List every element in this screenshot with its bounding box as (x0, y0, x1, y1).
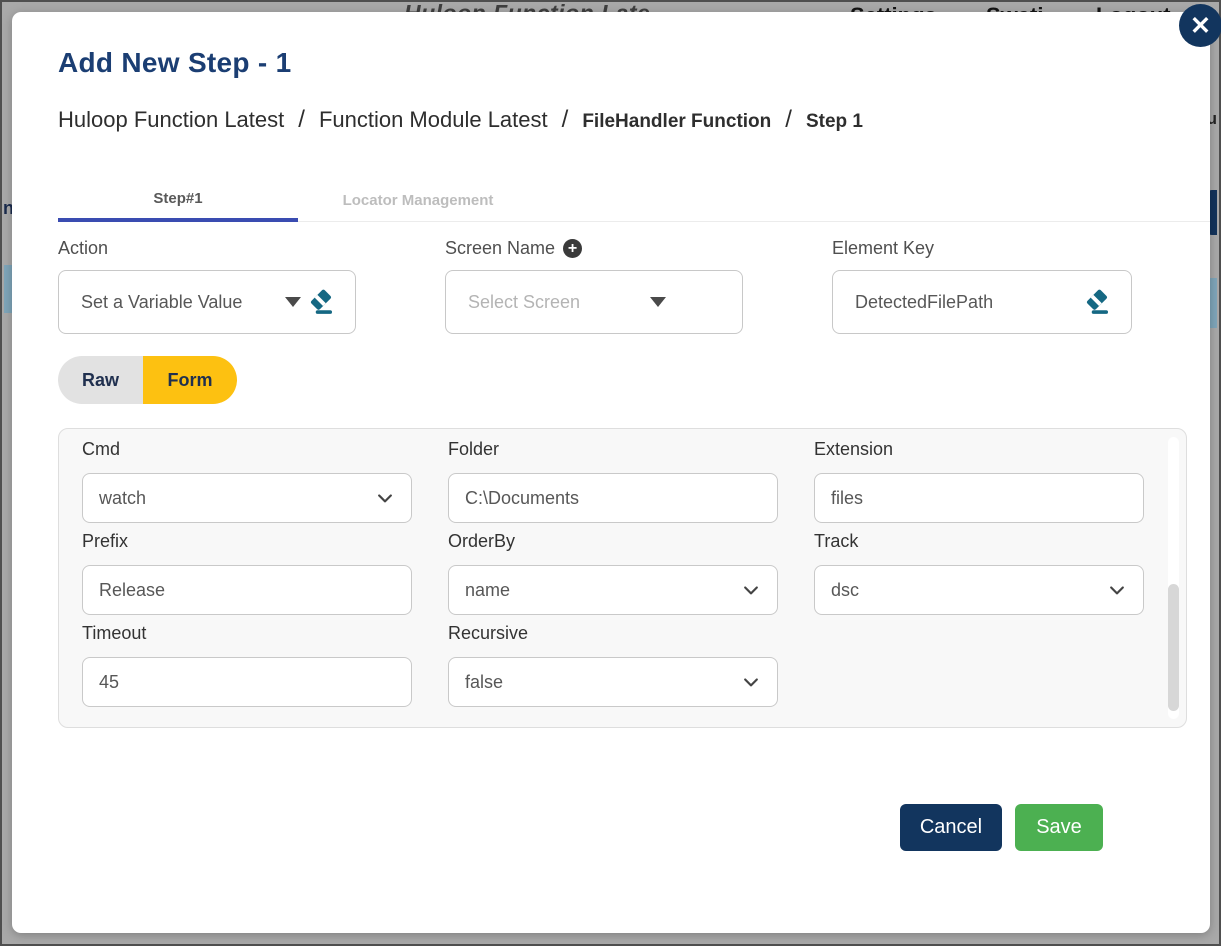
timeout-label: Timeout (82, 623, 147, 643)
extension-input[interactable]: files (814, 473, 1144, 523)
save-button[interactable]: Save (1015, 804, 1103, 851)
raw-form-toggle: Raw Form (58, 356, 237, 404)
screen-name-placeholder: Select Screen (468, 291, 581, 312)
chevron-down-icon (1110, 586, 1124, 595)
screen-name-select[interactable]: Select Screen (445, 270, 743, 334)
breadcrumb: Huloop Function Latest / Function Module… (58, 106, 1210, 134)
panel-scrollbar-thumb[interactable] (1168, 583, 1179, 711)
chevron-down-icon (378, 494, 392, 503)
breadcrumb-item-filehandler: FileHandler Function (582, 111, 772, 132)
recursive-label: Recursive (448, 623, 529, 643)
clear-element-key-icon[interactable] (1083, 287, 1113, 317)
clear-action-icon[interactable] (307, 287, 337, 317)
cancel-button[interactable]: Cancel (900, 804, 1002, 851)
orderby-select[interactable]: name (448, 565, 778, 615)
chevron-down-icon (744, 678, 758, 687)
top-field-labels: Action Set a Variable Value Screen Name … (58, 238, 1210, 334)
orderby-label: OrderBy (448, 531, 516, 551)
form-toggle-button[interactable]: Form (143, 356, 237, 404)
action-select-value: Set a Variable Value (81, 291, 243, 312)
recursive-select[interactable]: false (448, 657, 778, 707)
timeout-input[interactable]: 45 (82, 657, 412, 707)
screen-name-label: Screen Name + (445, 238, 743, 259)
raw-toggle-button[interactable]: Raw (58, 356, 143, 404)
element-key-label: Element Key (832, 238, 935, 258)
chevron-down-icon (744, 586, 758, 595)
orderby-value: name (465, 579, 511, 600)
timeout-field-group: Timeout 45 (82, 623, 412, 707)
panel-scrollbar-track[interactable] (1168, 437, 1179, 719)
element-key-input[interactable]: DetectedFilePath (832, 270, 1132, 334)
extension-field-group: Extension files (814, 439, 1144, 523)
prefix-field-group: Prefix Release (82, 531, 412, 615)
orderby-field-group: OrderBy name (448, 531, 778, 615)
breadcrumb-item-function: Huloop Function Latest (58, 107, 285, 132)
add-step-modal: Add New Step - 1 Huloop Function Latest … (12, 12, 1210, 933)
timeout-value: 45 (99, 671, 120, 692)
element-key-value: DetectedFilePath (855, 291, 994, 312)
modal-title: Add New Step - 1 (58, 47, 292, 78)
page-root: { "background": { "page_title": "Huloop … (0, 0, 1221, 946)
caret-down-icon (285, 297, 301, 307)
modal-tabs: Step#1 Locator Management (58, 179, 1210, 222)
close-icon: ✕ (1190, 11, 1211, 40)
tab-locator-management[interactable]: Locator Management (298, 179, 538, 222)
track-select[interactable]: dsc (814, 565, 1144, 615)
track-field-group: Track dsc (814, 531, 1144, 615)
tab-step-1[interactable]: Step#1 (58, 179, 298, 222)
breadcrumb-separator: / (561, 106, 569, 133)
cmd-value: watch (99, 487, 147, 508)
folder-input[interactable]: C:\Documents (448, 473, 778, 523)
prefix-value: Release (99, 579, 166, 600)
close-modal-button[interactable]: ✕ (1179, 4, 1221, 47)
prefix-label: Prefix (82, 531, 129, 551)
breadcrumb-item-step: Step 1 (805, 111, 863, 132)
breadcrumb-separator: / (298, 106, 305, 133)
action-label: Action (58, 238, 109, 258)
folder-label: Folder (448, 439, 500, 459)
extension-label: Extension (814, 439, 894, 459)
breadcrumb-item-module: Function Module Latest (318, 107, 548, 132)
extension-value: files (831, 487, 864, 508)
cmd-select[interactable]: watch (82, 473, 412, 523)
folder-field-group: Folder C:\Documents (448, 439, 778, 523)
track-value: dsc (831, 579, 860, 600)
recursive-field-group: Recursive false (448, 623, 778, 707)
add-screen-icon[interactable]: + (563, 239, 583, 258)
breadcrumb-separator: / (785, 106, 792, 133)
folder-value: C:\Documents (465, 487, 580, 508)
form-parameters-panel: Cmd watch Folder C:\Documents Extension … (58, 428, 1187, 728)
track-label: Track (814, 531, 859, 551)
action-select[interactable]: Set a Variable Value (58, 270, 356, 334)
recursive-value: false (465, 671, 504, 692)
prefix-input[interactable]: Release (82, 565, 412, 615)
caret-down-icon (650, 297, 666, 307)
cmd-label: Cmd (82, 439, 121, 459)
cmd-field-group: Cmd watch (82, 439, 412, 523)
modal-footer: Cancel Save (58, 804, 1210, 851)
